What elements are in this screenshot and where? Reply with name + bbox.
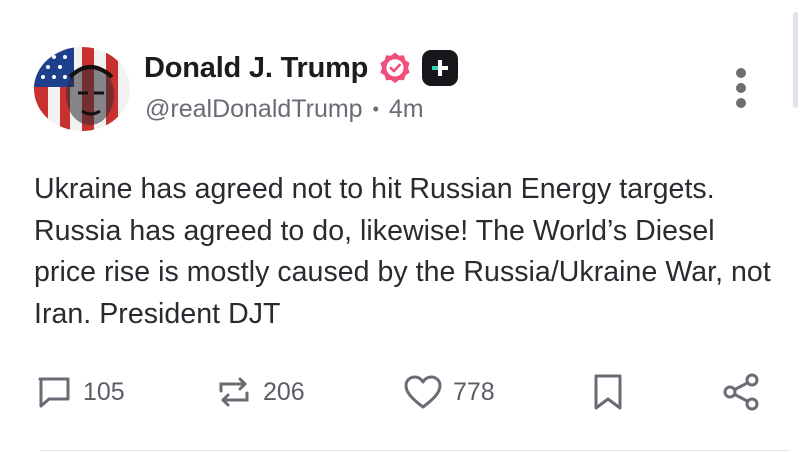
like-button[interactable]: 778 xyxy=(403,370,495,414)
bookmark-button[interactable] xyxy=(591,370,625,414)
verified-badge-icon xyxy=(380,52,410,84)
repost-icon xyxy=(219,377,249,407)
repost-count: 206 xyxy=(263,377,305,406)
post-text: Ukraine has agreed not to hit Russian En… xyxy=(34,173,771,330)
plus-badge-icon xyxy=(422,50,459,86)
post-timestamp[interactable]: 4m xyxy=(389,94,424,124)
reply-button[interactable]: 105 xyxy=(35,370,125,414)
author-name[interactable]: Donald J. Trump xyxy=(144,46,368,90)
meta-separator: • xyxy=(372,99,379,119)
share-icon xyxy=(723,373,759,411)
divider xyxy=(40,450,790,451)
more-options-icon[interactable] xyxy=(726,66,756,110)
post-card: Donald J. Trump @realDonaldTrump • 4m Uk… xyxy=(0,0,800,452)
avatar[interactable] xyxy=(34,47,130,131)
heart-icon xyxy=(404,375,442,409)
reply-icon xyxy=(38,377,70,408)
share-button[interactable] xyxy=(721,370,761,414)
scrollbar[interactable] xyxy=(793,12,798,108)
avatar-image xyxy=(34,47,130,131)
reply-count: 105 xyxy=(83,377,125,406)
like-count: 778 xyxy=(453,377,495,406)
author-meta: @realDonaldTrump • 4m xyxy=(145,94,424,124)
bookmark-icon xyxy=(594,374,622,410)
repost-button[interactable]: 206 xyxy=(215,370,305,414)
action-bar: 105 206 778 xyxy=(0,370,800,414)
author-handle[interactable]: @realDonaldTrump xyxy=(145,94,363,124)
author-row: Donald J. Trump xyxy=(144,46,459,90)
